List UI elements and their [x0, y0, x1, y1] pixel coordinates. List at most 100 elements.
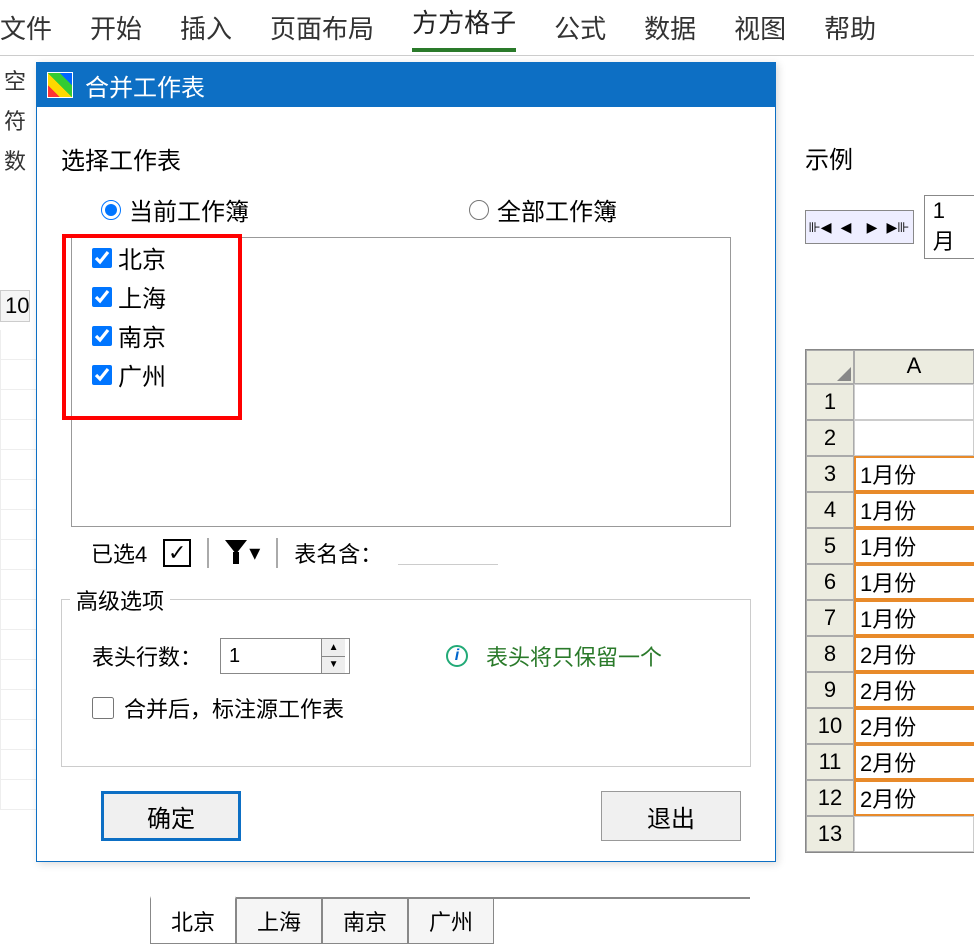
grid-cell[interactable]: 2月份 — [854, 636, 974, 672]
merge-sheets-dialog: 合并工作表 选择工作表 当前工作簿 全部工作簿 北京上海南京广州 已选4 ✓ ▾ — [36, 62, 776, 862]
row-number[interactable]: 12 — [806, 780, 854, 816]
selection-toolbar: 已选4 ✓ ▾ 表名含： — [91, 537, 751, 569]
grid-cell[interactable]: 1月份 — [854, 492, 974, 528]
row-number[interactable]: 5 — [806, 528, 854, 564]
row-number[interactable]: 3 — [806, 456, 854, 492]
ribbon-tab-3[interactable]: 页面布局 — [270, 9, 374, 46]
grid-cell[interactable]: 1月份 — [854, 600, 974, 636]
nav-button-1[interactable]: ◀ — [834, 214, 858, 240]
header-hint-text: 表头将只保留一个 — [486, 640, 662, 672]
row-number[interactable]: 1 — [806, 384, 854, 420]
grid-cell[interactable] — [854, 384, 974, 420]
advanced-options-group: 高级选项 表头行数： ▲ ▼ i 表头将只保留一个 合并后，标注源工作表 — [61, 599, 751, 767]
sheet-checkbox[interactable] — [92, 365, 112, 385]
ribbon-tab-5[interactable]: 公式 — [554, 9, 606, 46]
select-sheets-label: 选择工作表 — [61, 141, 751, 176]
example-panel: 示例 ⊪◀◀▶▶⊪ 1月 A 1231月份41月份51月份61月份71月份82月… — [805, 140, 974, 853]
example-label: 示例 — [805, 140, 974, 175]
dialog-titlebar[interactable]: 合并工作表 — [37, 63, 775, 107]
dialog-title: 合并工作表 — [85, 68, 205, 103]
sheet-nav-box[interactable]: ⊪◀◀▶▶⊪ — [805, 210, 914, 244]
row-number[interactable]: 9 — [806, 672, 854, 708]
radio-all-workbooks[interactable]: 全部工作簿 — [469, 192, 617, 227]
row-number[interactable]: 13 — [806, 816, 854, 852]
grid-cell[interactable]: 2月份 — [854, 744, 974, 780]
advanced-options-label: 高级选项 — [70, 584, 170, 616]
grid-row: 61月份 — [806, 564, 974, 600]
radio-current-workbook[interactable]: 当前工作簿 — [101, 192, 249, 227]
ribbon-tab-0[interactable]: 文件 — [0, 9, 52, 46]
sheet-tab-2[interactable]: 南京 — [322, 899, 408, 944]
row-number[interactable]: 7 — [806, 600, 854, 636]
sheet-tab-1[interactable]: 上海 — [236, 899, 322, 944]
column-header-a[interactable]: A — [854, 350, 974, 384]
mark-source-checkbox[interactable]: 合并后，标注源工作表 — [92, 692, 344, 724]
grid-row: 13 — [806, 816, 974, 852]
sheet-name-label: 南京 — [118, 318, 166, 353]
row-number[interactable]: 6 — [806, 564, 854, 600]
toolbar-divider — [207, 538, 209, 568]
grid-cell[interactable]: 1月份 — [854, 528, 974, 564]
sheet-listbox[interactable]: 北京上海南京广州 — [71, 237, 731, 527]
selected-count-label: 已选4 — [91, 537, 147, 569]
bg-mini-grid — [0, 330, 40, 810]
row-number[interactable]: 10 — [806, 708, 854, 744]
name-contains-input[interactable] — [398, 541, 498, 565]
info-icon: i — [446, 645, 468, 667]
grid-cell[interactable] — [854, 816, 974, 852]
header-rows-spinner[interactable]: ▲ ▼ — [220, 638, 350, 674]
funnel-icon — [225, 540, 247, 566]
grid-row: 92月份 — [806, 672, 974, 708]
select-all-corner[interactable] — [806, 350, 854, 384]
header-rows-input[interactable] — [221, 639, 321, 673]
sheet-checkbox[interactable] — [92, 287, 112, 307]
radio-current-input[interactable] — [101, 200, 121, 220]
ribbon-tab-1[interactable]: 开始 — [90, 9, 142, 46]
sheet-name-label: 北京 — [118, 240, 166, 275]
mark-source-input[interactable] — [92, 697, 114, 719]
spinner-down-button[interactable]: ▼ — [322, 657, 345, 674]
ribbon-tab-4[interactable]: 方方格子 — [412, 3, 516, 52]
sheet-item-1[interactable]: 上海 — [72, 277, 730, 316]
row-number[interactable]: 2 — [806, 420, 854, 456]
ribbon-tab-6[interactable]: 数据 — [644, 9, 696, 46]
dropdown-caret-icon: ▾ — [249, 540, 260, 566]
grid-cell[interactable]: 1月份 — [854, 564, 974, 600]
spinner-up-button[interactable]: ▲ — [322, 639, 345, 657]
nav-button-2[interactable]: ▶ — [860, 214, 884, 240]
bg-row-marker: 10 — [0, 290, 30, 322]
ribbon-tab-7[interactable]: 视图 — [734, 9, 786, 46]
nav-button-3[interactable]: ▶⊪ — [886, 214, 910, 240]
sheet-tab-0[interactable]: 北京 — [150, 896, 236, 944]
grid-cell[interactable]: 2月份 — [854, 672, 974, 708]
ok-button[interactable]: 确定 — [101, 791, 241, 841]
sheet-checkbox[interactable] — [92, 326, 112, 346]
row-number[interactable]: 11 — [806, 744, 854, 780]
grid-cell[interactable]: 2月份 — [854, 708, 974, 744]
row-number[interactable]: 8 — [806, 636, 854, 672]
sheet-item-3[interactable]: 广州 — [72, 355, 730, 394]
cancel-button[interactable]: 退出 — [601, 791, 741, 841]
filter-button[interactable]: ▾ — [225, 540, 260, 566]
radio-all-input[interactable] — [469, 200, 489, 220]
nav-button-0[interactable]: ⊪◀ — [808, 214, 832, 240]
sheet-tab-3[interactable]: 广州 — [408, 899, 494, 944]
grid-cell[interactable]: 1月份 — [854, 456, 974, 492]
ribbon-tab-8[interactable]: 帮助 — [824, 9, 876, 46]
grid-row: 71月份 — [806, 600, 974, 636]
sheet-checkbox[interactable] — [92, 248, 112, 268]
sheet-name-label: 上海 — [118, 279, 166, 314]
sheet-item-2[interactable]: 南京 — [72, 316, 730, 355]
grid-cell[interactable]: 2月份 — [854, 780, 974, 816]
toolbar-divider-2 — [276, 538, 278, 568]
row-number[interactable]: 4 — [806, 492, 854, 528]
example-grid: A 1231月份41月份51月份61月份71月份82月份92月份102月份112… — [805, 349, 974, 853]
ribbon-tab-2[interactable]: 插入 — [180, 9, 232, 46]
grid-row: 122月份 — [806, 780, 974, 816]
sheet-name-label: 广州 — [118, 357, 166, 392]
example-sheet-tab[interactable]: 1月 — [924, 195, 974, 259]
grid-cell[interactable] — [854, 420, 974, 456]
sheet-item-0[interactable]: 北京 — [72, 238, 730, 277]
grid-row: 82月份 — [806, 636, 974, 672]
check-all-button[interactable]: ✓ — [163, 539, 191, 567]
